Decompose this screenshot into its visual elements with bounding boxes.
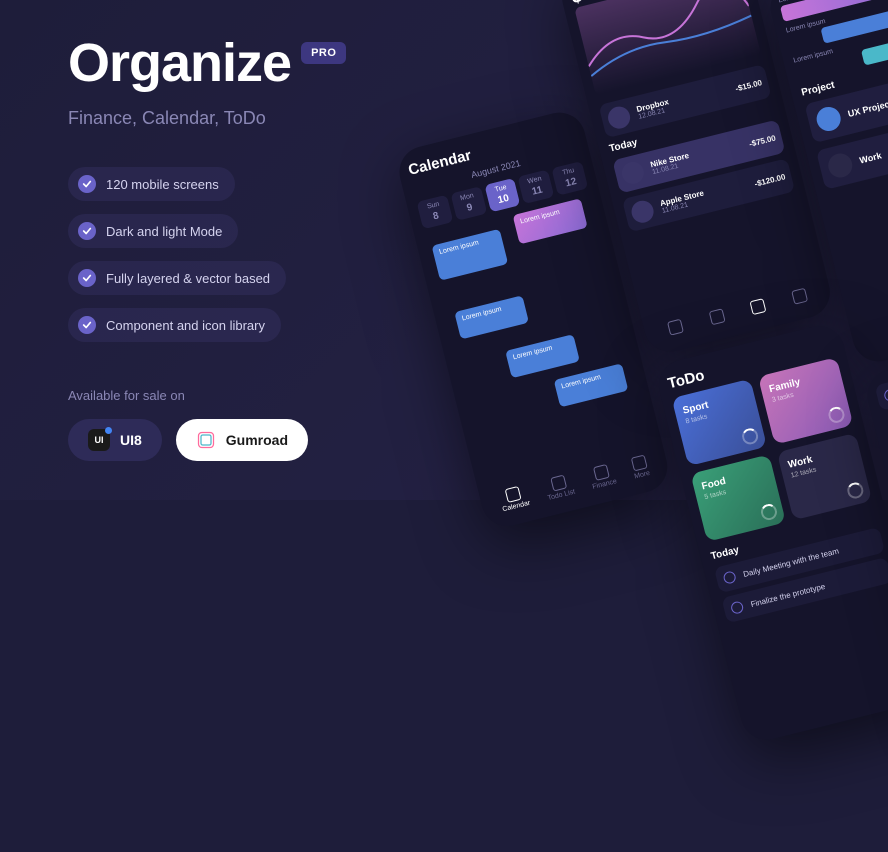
todo-category-card: Work12 tasks [777, 433, 873, 521]
progress-ring-icon [827, 405, 846, 424]
list-icon [708, 308, 725, 325]
ui8-icon: UI [88, 429, 110, 451]
nav-finance [750, 298, 767, 317]
mockup-cluster: Calendar August 2021 Sun8 Mon9 Tue10 Wen… [370, 0, 888, 580]
todo-category-card: Sport8 tasks [672, 379, 768, 467]
calendar-icon [667, 319, 684, 336]
merchant-icon [629, 198, 656, 225]
pro-badge: PRO [301, 42, 346, 64]
promo-canvas: Organize PRO Finance, Calendar, ToDo 120… [0, 0, 888, 500]
calendar-icon [505, 486, 522, 503]
nav-todo [708, 308, 725, 327]
ui8-label: UI8 [120, 432, 142, 448]
project-icon [814, 104, 843, 133]
dots-icon [791, 288, 808, 305]
checkbox-icon [883, 388, 888, 403]
feature-list: 120 mobile screens Dark and light Mode F… [68, 167, 448, 342]
check-icon [78, 175, 96, 193]
gumroad-icon [196, 430, 216, 450]
gumroad-label: Gumroad [226, 432, 288, 448]
nav-more: More [630, 454, 651, 480]
todo-category-card: Food5 tasks [690, 454, 786, 542]
nav-calendar: Calendar [498, 484, 531, 513]
merchant-icon [620, 160, 647, 187]
todo-category-card: Family3 tasks [758, 357, 854, 445]
day-cell: Wen11 [518, 169, 555, 204]
event-block: Lorem ipsum [454, 295, 529, 339]
todo-grid: Sport8 tasks Family3 tasks Food5 tasks W… [672, 357, 873, 542]
check-icon [78, 222, 96, 240]
checkbox-icon [722, 570, 737, 585]
progress-ring-icon [740, 427, 759, 446]
day-cell-active: Tue10 [484, 178, 521, 213]
day-cell: Thu12 [552, 161, 589, 196]
event-block: Lorem ipsum [505, 334, 580, 378]
list-icon [550, 475, 567, 492]
feature-text: 120 mobile screens [106, 177, 219, 192]
merchant-icon [606, 104, 633, 131]
progress-ring-icon [759, 502, 778, 521]
dots-icon [631, 455, 648, 472]
event-block: Lorem ipsum [513, 198, 588, 244]
phone-todo: ToDo Sport8 tasks Family3 tasks Food5 ta… [653, 321, 888, 745]
nav-calendar [667, 319, 684, 338]
feature-text: Component and icon library [106, 318, 265, 333]
nav-todo: Todo List [543, 473, 576, 502]
check-icon [78, 269, 96, 287]
day-cell: Mon9 [450, 186, 487, 221]
feature-text: Dark and light Mode [106, 224, 222, 239]
nav-finance: Finance [588, 463, 618, 491]
product-title: Organize [68, 36, 291, 90]
day-cell: Sun8 [417, 195, 454, 230]
available-label: Available for sale on [68, 388, 448, 403]
project-name: Work [858, 150, 882, 165]
calendar-events: Lorem ipsum Lorem ipsum Lorem ipsum Lore… [425, 196, 648, 470]
store-buttons: UI UI8 Gumroad [68, 419, 448, 461]
project-name: UX Project [847, 98, 888, 119]
chart-icon [593, 464, 610, 481]
check-icon [78, 316, 96, 334]
gumroad-button[interactable]: Gumroad [176, 419, 308, 461]
feature-item: Dark and light Mode [68, 214, 238, 248]
event-block: Lorem ipsum [554, 363, 629, 407]
event-block: Lorem ipsum [432, 229, 509, 281]
ui8-button[interactable]: UI UI8 [68, 419, 162, 461]
checkbox-icon [730, 600, 745, 615]
feature-item: 120 mobile screens [68, 167, 235, 201]
chart-icon [750, 298, 767, 315]
project-icon [826, 151, 855, 180]
progress-ring-icon [846, 481, 865, 500]
feature-item: Fully layered & vector based [68, 261, 286, 295]
feature-text: Fully layered & vector based [106, 271, 270, 286]
nav-more [791, 288, 808, 307]
feature-item: Component and icon library [68, 308, 281, 342]
